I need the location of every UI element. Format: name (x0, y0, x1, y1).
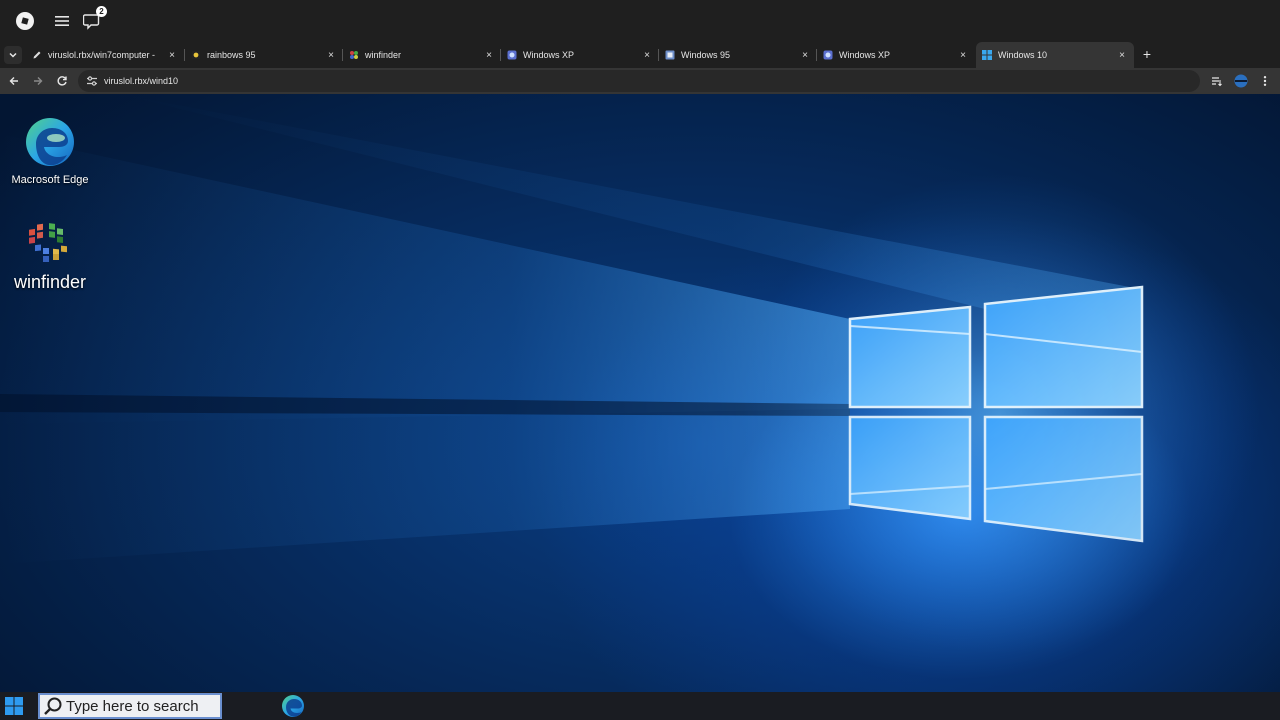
desktop[interactable]: Macrosoft Edge winfinder (0, 94, 1280, 692)
roblox-logo-icon (16, 12, 34, 30)
tab-close-button[interactable]: × (1116, 50, 1128, 61)
win95-favicon (665, 50, 675, 60)
address-bar[interactable]: viruslol.rbx/wind10 (78, 70, 1200, 92)
site-settings-icon[interactable] (86, 75, 98, 87)
tab-windows-95[interactable]: Windows 95 × (659, 42, 817, 68)
menu-button[interactable] (50, 9, 74, 33)
taskbar: Type here to search (0, 692, 1280, 720)
windows-10-wallpaper (0, 94, 1260, 654)
kebab-menu-icon (1263, 76, 1267, 86)
winfinder-icon (29, 223, 67, 262)
tab-title: Windows XP (523, 50, 575, 60)
tab-close-button[interactable]: × (641, 50, 653, 61)
address-url[interactable]: viruslol.rbx/wind10 (104, 70, 178, 92)
navigation-bar: viruslol.rbx/wind10 (0, 68, 1280, 94)
search-icon (40, 695, 66, 717)
taskbar-edge-button[interactable] (280, 694, 306, 718)
tab-close-button[interactable]: × (166, 50, 178, 61)
hamburger-icon (55, 16, 69, 26)
tab-title: rainbows 95 (207, 50, 256, 60)
roblox-logo-button[interactable] (13, 9, 37, 33)
globe-favicon (823, 50, 833, 60)
app-top-bar: 2 (0, 0, 1280, 42)
tab-close-button[interactable]: × (799, 50, 811, 61)
desktop-icon-label: Macrosoft Edge (11, 174, 89, 186)
desktop-icon-label: winfinder (13, 272, 87, 292)
tab-close-button[interactable]: × (957, 50, 969, 61)
tab-title: Windows XP (839, 50, 891, 60)
tab-strip: viruslol.rbx/win7computer - × rainbows 9… (0, 42, 1280, 68)
tab-search-button[interactable] (4, 46, 22, 64)
winfinder-favicon (349, 50, 359, 60)
edge-icon (26, 118, 74, 166)
tab-winfinder[interactable]: winfinder × (343, 42, 501, 68)
new-tab-button[interactable]: + (1138, 45, 1156, 63)
windows-start-icon (5, 697, 23, 715)
tab-windows-xp-2[interactable]: Windows XP × (817, 42, 975, 68)
start-button[interactable] (0, 692, 28, 720)
tab-title: winfinder (365, 50, 402, 60)
tab-title: Windows 95 (681, 50, 731, 60)
profile-button[interactable] (1232, 72, 1250, 90)
arrow-left-icon (9, 77, 18, 85)
tab-close-button[interactable]: × (325, 50, 337, 61)
tab-win7computer[interactable]: viruslol.rbx/win7computer - × (26, 42, 184, 68)
chevron-down-icon (9, 52, 17, 58)
desktop-icon-edge[interactable]: Macrosoft Edge (5, 114, 95, 186)
tab-windows-xp[interactable]: Windows XP × (501, 42, 659, 68)
search-placeholder: Type here to search (66, 697, 199, 715)
tab-title: viruslol.rbx/win7computer - (48, 50, 156, 60)
playlist-icon (1212, 77, 1222, 87)
forward-button[interactable] (29, 72, 47, 90)
tab-rainbows-95[interactable]: rainbows 95 × (185, 42, 343, 68)
arrow-right-icon (34, 77, 43, 85)
desktop-icon-winfinder[interactable]: winfinder (5, 212, 95, 293)
windows-logo-favicon (982, 50, 992, 60)
profile-avatar-icon (1234, 74, 1248, 88)
reload-button[interactable] (53, 72, 71, 90)
chat-button[interactable]: 2 (80, 6, 107, 33)
tab-title: Windows 10 (998, 50, 1048, 60)
reload-icon (57, 76, 67, 86)
pencil-icon (32, 50, 42, 60)
taskbar-search-box[interactable]: Type here to search (38, 693, 222, 719)
globe-favicon (507, 50, 517, 60)
more-options-button[interactable] (1256, 72, 1274, 90)
rainbows-favicon (191, 50, 201, 60)
back-button[interactable] (5, 72, 23, 90)
edge-icon (282, 695, 304, 717)
tab-windows-10[interactable]: Windows 10 × (976, 42, 1134, 68)
reading-list-button[interactable] (1208, 72, 1226, 90)
notification-badge: 2 (96, 6, 107, 17)
tab-close-button[interactable]: × (483, 50, 495, 61)
